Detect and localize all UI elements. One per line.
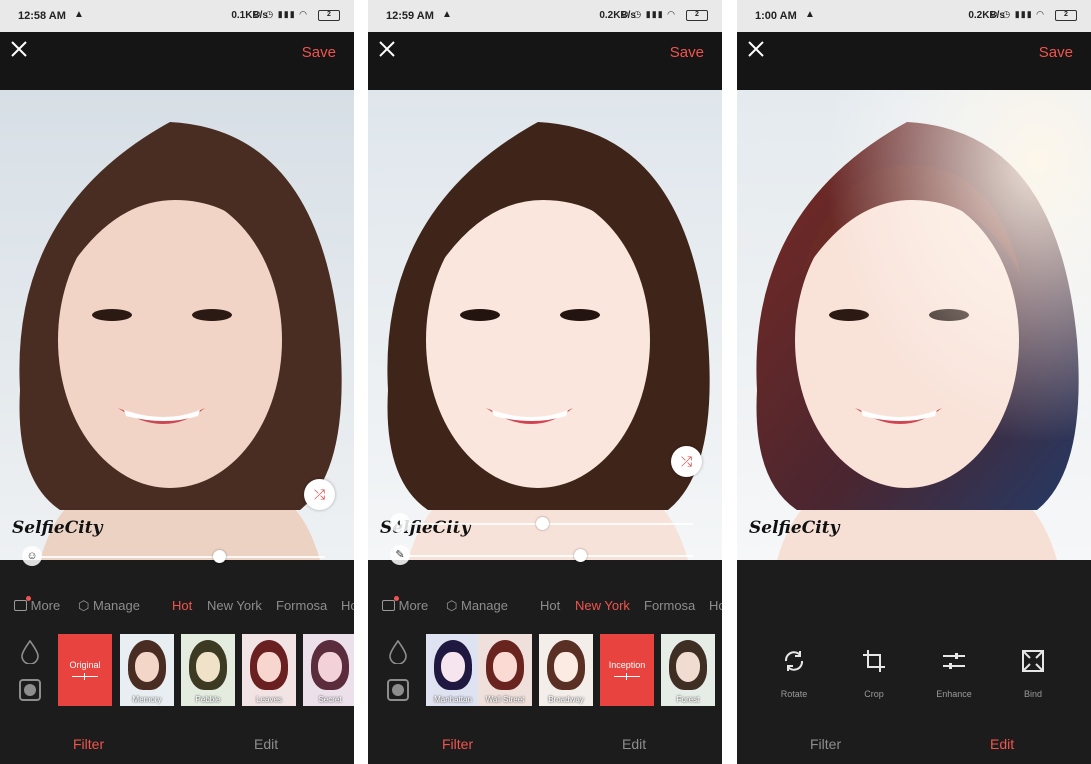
shuffle-icon[interactable]: ⤮	[671, 446, 702, 477]
category-tab-formosa[interactable]: Formosa	[644, 598, 695, 613]
filter-thumb-inception[interactable]: Inception	[600, 634, 654, 706]
intensity-slider-track[interactable]	[40, 556, 325, 558]
status-time: 12:59 AM	[386, 10, 434, 22]
filter-category-bar: More ⬡ Manage Hot New York Formosa Ho	[0, 594, 354, 618]
tab-edit[interactable]: Edit	[254, 736, 278, 752]
intensity-slider-thumb[interactable]	[574, 549, 587, 562]
save-button[interactable]: Save	[670, 44, 704, 61]
filter-thumb[interactable]: Secret	[303, 634, 354, 706]
bind-icon	[1022, 650, 1044, 672]
tab-filter[interactable]: Filter	[810, 736, 841, 752]
face-icon[interactable]: ☺	[22, 546, 42, 566]
filter-thumb[interactable]: Pebble	[181, 634, 235, 706]
cube-icon: ⬡	[446, 598, 458, 613]
category-tab-new-york[interactable]: New York	[207, 598, 262, 613]
screen-edit: 1:00 AM ▲ 0.2KB/s ⊘ ◷ ▮▮▮ ◠ 2 Save Selfi…	[737, 0, 1091, 764]
category-tab-hot[interactable]: Hot	[540, 598, 560, 613]
crop-button[interactable]: Crop	[844, 648, 904, 699]
filter-thumb[interactable]: Broadway	[539, 634, 593, 706]
filter-thumb-original[interactable]: Original	[58, 634, 112, 706]
crop-icon	[863, 650, 885, 672]
battery-icon: 2	[318, 10, 340, 21]
filter-thumb[interactable]: Manhattan	[426, 634, 480, 706]
save-button[interactable]: Save	[302, 44, 336, 61]
close-icon[interactable]	[10, 40, 28, 58]
filter-category-bar: More ⬡ Manage Hot New York Formosa Ho	[368, 594, 722, 618]
tab-edit[interactable]: Edit	[990, 736, 1014, 752]
filter-icon[interactable]: ◐	[390, 513, 410, 533]
more-button[interactable]: More	[14, 596, 60, 613]
more-button[interactable]: More	[382, 596, 428, 613]
top-bar: Save	[368, 32, 722, 90]
bind-button[interactable]: Bind	[1003, 648, 1063, 699]
screen-filter-hot: 12:58 AM ▲ 0.1KB/s ⊘ ◷ ▮▮▮ ◠ 2 Save Self…	[0, 0, 354, 764]
app-watermark: SelfieCity	[749, 518, 840, 538]
tab-filter[interactable]: Filter	[73, 736, 104, 752]
system-icons: ⊘ ◷ ▮▮▮ ◠	[621, 9, 676, 19]
filter-thumb[interactable]: Forest	[661, 634, 715, 706]
bottom-tab-bar: Filter Edit	[0, 726, 354, 764]
close-icon[interactable]	[747, 40, 765, 58]
filter-thumb[interactable]: Leaves	[242, 634, 296, 706]
enhance-button[interactable]: Enhance	[924, 648, 984, 699]
manage-button[interactable]: ⬡ Manage	[446, 598, 508, 614]
filter-thumb[interactable]: Wall Street	[478, 634, 532, 706]
close-icon[interactable]	[378, 40, 396, 58]
status-bar: 1:00 AM ▲ 0.2KB/s ⊘ ◷ ▮▮▮ ◠ 2	[737, 0, 1091, 32]
shuffle-icon[interactable]: ⤮	[304, 479, 335, 510]
system-icons: ⊘ ◷ ▮▮▮ ◠	[253, 9, 308, 19]
battery-icon: 2	[686, 10, 708, 21]
manage-button[interactable]: ⬡ Manage	[78, 598, 140, 614]
category-tab-hot[interactable]: Hot	[172, 598, 192, 613]
status-bar: 12:59 AM ▲ 0.2KB/s ⊘ ◷ ▮▮▮ ◠ 2	[368, 0, 722, 32]
system-icons: ⊘ ◷ ▮▮▮ ◠	[990, 9, 1045, 19]
tab-filter[interactable]: Filter	[442, 736, 473, 752]
bind-label: Bind	[1023, 689, 1042, 699]
compare-icon	[72, 673, 98, 680]
vignette-icon[interactable]	[387, 679, 409, 701]
app-watermark: SelfieCity	[12, 518, 103, 538]
category-tab-more[interactable]: Ho	[709, 598, 722, 613]
drop-icon[interactable]	[20, 640, 40, 664]
vignette-icon[interactable]	[19, 679, 41, 701]
store-icon	[382, 596, 399, 611]
bottom-tab-bar: Filter Edit	[368, 726, 722, 764]
warning-icon: ▲	[442, 9, 452, 20]
warning-icon: ▲	[805, 9, 815, 20]
wand-icon[interactable]: ✎	[390, 545, 410, 565]
enhance-label: Enhance	[936, 689, 972, 699]
cube-icon: ⬡	[78, 598, 90, 613]
intensity-slider-track[interactable]	[408, 555, 693, 557]
intensity-slider-thumb[interactable]	[213, 550, 226, 563]
portrait-photo	[368, 90, 722, 560]
top-bar: Save	[0, 32, 354, 90]
status-time: 12:58 AM	[18, 10, 66, 22]
rotate-icon	[784, 651, 804, 671]
portrait-photo	[737, 90, 1091, 560]
store-icon	[14, 596, 31, 611]
status-bar: 12:58 AM ▲ 0.1KB/s ⊘ ◷ ▮▮▮ ◠ 2	[0, 0, 354, 32]
portrait-photo	[0, 90, 354, 560]
compare-icon	[614, 673, 640, 680]
category-tab-new-york[interactable]: New York	[575, 598, 630, 613]
rotate-button[interactable]: Rotate	[764, 648, 824, 699]
warning-icon: ▲	[74, 9, 84, 20]
enhance-icon	[943, 653, 965, 669]
drop-icon[interactable]	[388, 640, 408, 664]
save-button[interactable]: Save	[1039, 44, 1073, 61]
bottom-tab-bar: Filter Edit	[737, 726, 1091, 764]
filter-thumb[interactable]: Memory	[120, 634, 174, 706]
category-tab-formosa[interactable]: Formosa	[276, 598, 327, 613]
filter-strength-slider-thumb[interactable]	[536, 517, 549, 530]
battery-icon: 2	[1055, 10, 1077, 21]
crop-label: Crop	[864, 689, 884, 699]
category-tab-more[interactable]: Ho	[341, 598, 354, 613]
rotate-label: Rotate	[780, 689, 808, 699]
top-bar: Save	[737, 32, 1091, 90]
filter-strength-slider-track[interactable]	[408, 523, 693, 525]
screen-filter-new-york: 12:59 AM ▲ 0.2KB/s ⊘ ◷ ▮▮▮ ◠ 2 Save Self…	[368, 0, 722, 764]
tab-edit[interactable]: Edit	[622, 736, 646, 752]
status-time: 1:00 AM	[755, 10, 797, 22]
